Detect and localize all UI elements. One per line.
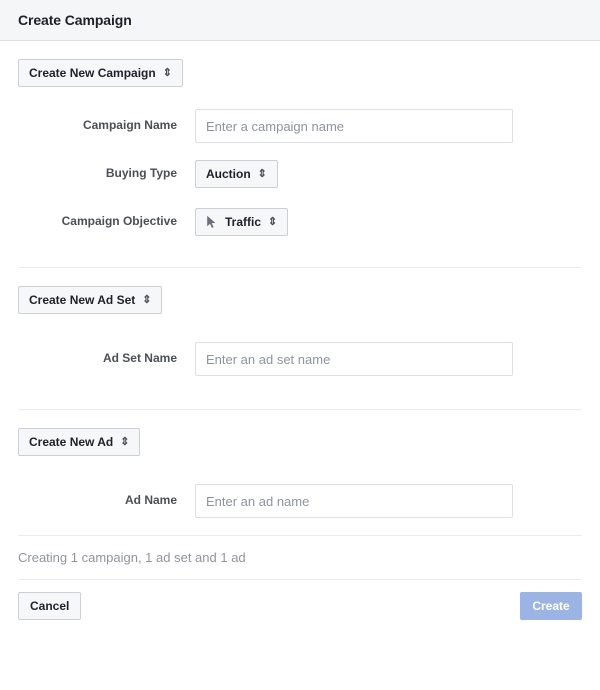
chevron-updown-icon: ⇕ (142, 293, 152, 306)
status-bar: Creating 1 campaign, 1 ad set and 1 ad (0, 536, 600, 579)
create-new-campaign-dropdown[interactable]: Create New Campaign ⇕ (18, 59, 183, 87)
create-new-ad-dropdown[interactable]: Create New Ad ⇕ (18, 428, 141, 456)
buying-type-value: Auction (206, 167, 251, 181)
campaign-name-input[interactable] (195, 109, 513, 143)
form-row-ad-name: Ad Name (18, 484, 582, 518)
form-row-ad-set-name: Ad Set Name (18, 342, 582, 376)
ad-name-input[interactable] (195, 484, 513, 518)
chevron-updown-icon: ⇕ (120, 435, 130, 448)
campaign-name-label: Campaign Name (82, 118, 177, 133)
create-new-campaign-dropdown-label: Create New Campaign (29, 66, 156, 80)
dialog-body: Create New Campaign ⇕ Campaign Name Buyi… (0, 41, 600, 632)
campaign-objective-dropdown[interactable]: Traffic ⇕ (195, 208, 289, 236)
campaign-objective-control: Traffic ⇕ (195, 208, 582, 236)
dialog-footer: Cancel Create (0, 580, 600, 632)
status-text: Creating 1 campaign, 1 ad set and 1 ad (18, 550, 246, 565)
ad-set-name-label: Ad Set Name (102, 351, 177, 366)
create-campaign-dialog: Create Campaign Create New Campaign ⇕ Ca… (0, 0, 600, 690)
adset-selector-row: Create New Ad Set ⇕ (18, 268, 582, 318)
ad-section: Create New Ad ⇕ Ad Name (0, 410, 600, 535)
campaign-name-control (195, 109, 582, 143)
form-row-campaign-objective: Campaign Objective Traffic ⇕ (18, 205, 582, 239)
create-new-ad-set-dropdown-label: Create New Ad Set (29, 293, 136, 307)
create-new-ad-set-dropdown[interactable]: Create New Ad Set ⇕ (18, 286, 163, 314)
cursor-pointer-icon (206, 215, 218, 229)
ad-set-name-input[interactable] (195, 342, 513, 376)
campaign-section: Create New Campaign ⇕ Campaign Name Buyi… (0, 41, 600, 267)
create-button[interactable]: Create (520, 592, 582, 620)
buying-type-dropdown[interactable]: Auction ⇕ (195, 160, 278, 188)
campaign-objective-value: Traffic (225, 215, 262, 229)
cancel-button[interactable]: Cancel (18, 592, 82, 620)
chevron-updown-icon: ⇕ (257, 167, 267, 180)
ad-selector-row: Create New Ad ⇕ (18, 410, 582, 460)
dialog-header: Create Campaign (0, 0, 600, 41)
form-row-buying-type: Buying Type Auction ⇕ (18, 157, 582, 191)
create-new-ad-dropdown-label: Create New Ad (29, 435, 114, 449)
chevron-updown-icon: ⇕ (268, 215, 278, 228)
adset-section: Create New Ad Set ⇕ Ad Set Name (0, 268, 600, 409)
ad-set-name-control (195, 342, 582, 376)
ad-name-label: Ad Name (124, 493, 177, 508)
campaign-selector-row: Create New Campaign ⇕ (18, 41, 582, 91)
buying-type-control: Auction ⇕ (195, 160, 582, 188)
buying-type-label: Buying Type (105, 166, 177, 181)
page-title: Create Campaign (18, 12, 132, 28)
campaign-objective-label: Campaign Objective (61, 214, 177, 229)
chevron-updown-icon: ⇕ (162, 66, 172, 79)
ad-name-control (195, 484, 582, 518)
form-row-campaign-name: Campaign Name (18, 109, 582, 143)
